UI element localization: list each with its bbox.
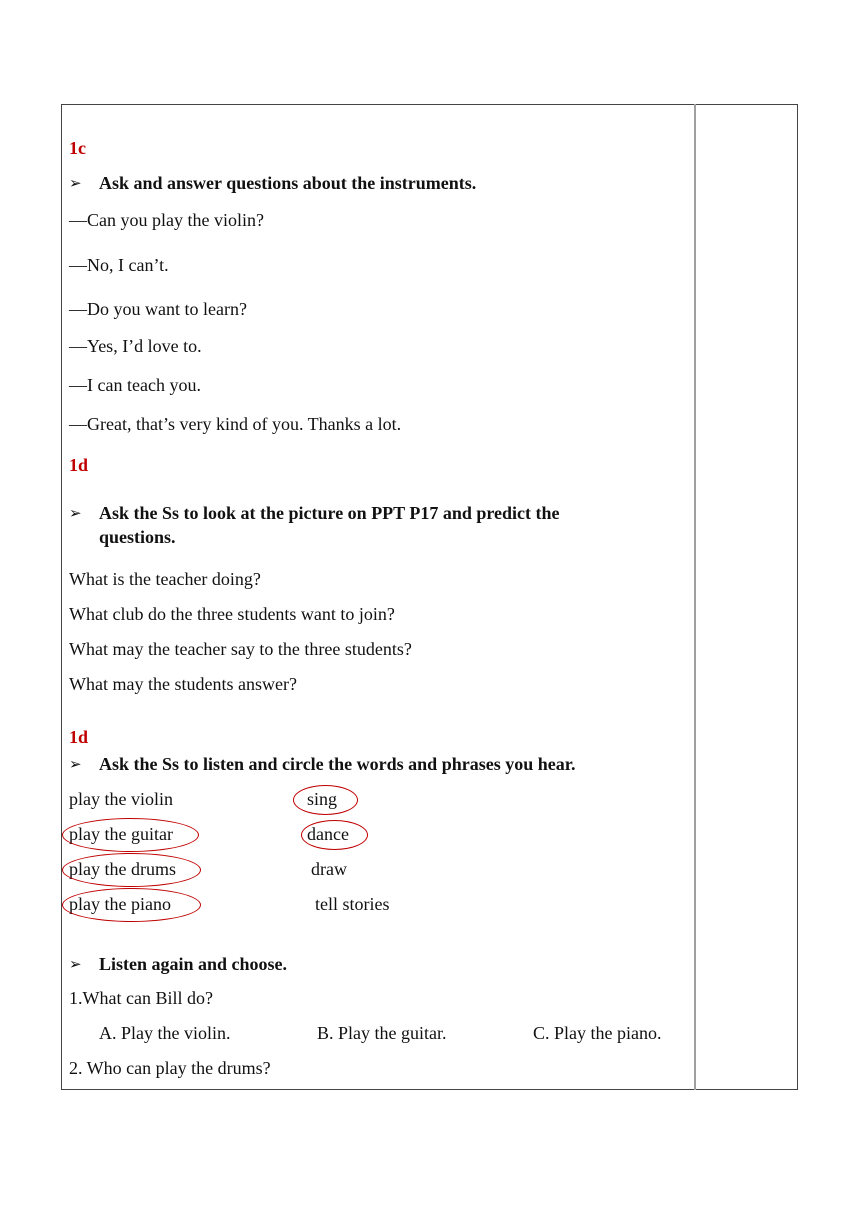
option-c: C. Play the piano. <box>533 1023 662 1043</box>
dialogue-line: —Yes, I’d love to. <box>69 336 202 356</box>
instruction-1c: Ask and answer questions about the instr… <box>99 173 477 193</box>
circle-mark-dance <box>301 820 368 850</box>
predict-question: What may the students answer? <box>69 674 297 694</box>
predict-question: What may the teacher say to the three st… <box>69 639 412 659</box>
bullet-arrow-icon: ➢ <box>69 757 82 773</box>
dialogue-line: —I can teach you. <box>69 375 201 395</box>
circle-mark-piano <box>62 888 201 922</box>
instruction-listen-again: Listen again and choose. <box>99 954 288 974</box>
word-item: tell stories <box>315 894 390 914</box>
instruction-predict-line1: Ask the Ss to look at the picture on PPT… <box>99 503 560 523</box>
instruction-listen: Ask the Ss to listen and circle the word… <box>99 754 576 774</box>
question-2: 2. Who can play the drums? <box>69 1058 271 1078</box>
circle-mark-drums <box>62 853 201 887</box>
predict-question: What club do the three students want to … <box>69 604 395 624</box>
option-a: A. Play the violin. <box>99 1023 231 1043</box>
dialogue-line: —Can you play the violin? <box>69 210 264 230</box>
phrase-item: play the violin <box>69 789 173 809</box>
circle-mark-guitar <box>62 818 199 852</box>
section-heading-1c: 1c <box>69 138 86 158</box>
column-divider <box>694 104 696 1090</box>
dialogue-line: —No, I can’t. <box>69 255 169 275</box>
circle-mark-sing <box>293 785 358 815</box>
instruction-predict-line2: questions. <box>99 527 176 547</box>
bullet-arrow-icon: ➢ <box>69 957 82 973</box>
bullet-arrow-icon: ➢ <box>69 506 82 522</box>
option-b: B. Play the guitar. <box>317 1023 447 1043</box>
section-heading-1d: 1d <box>69 455 89 475</box>
word-item: draw <box>311 859 347 879</box>
dialogue-line: —Great, that’s very kind of you. Thanks … <box>69 414 402 434</box>
section-heading-1d-listen: 1d <box>69 727 89 747</box>
dialogue-line: —Do you want to learn? <box>69 299 247 319</box>
predict-question: What is the teacher doing? <box>69 569 261 589</box>
lesson-table <box>61 104 798 1090</box>
question-1: 1.What can Bill do? <box>69 988 213 1008</box>
bullet-arrow-icon: ➢ <box>69 176 82 192</box>
